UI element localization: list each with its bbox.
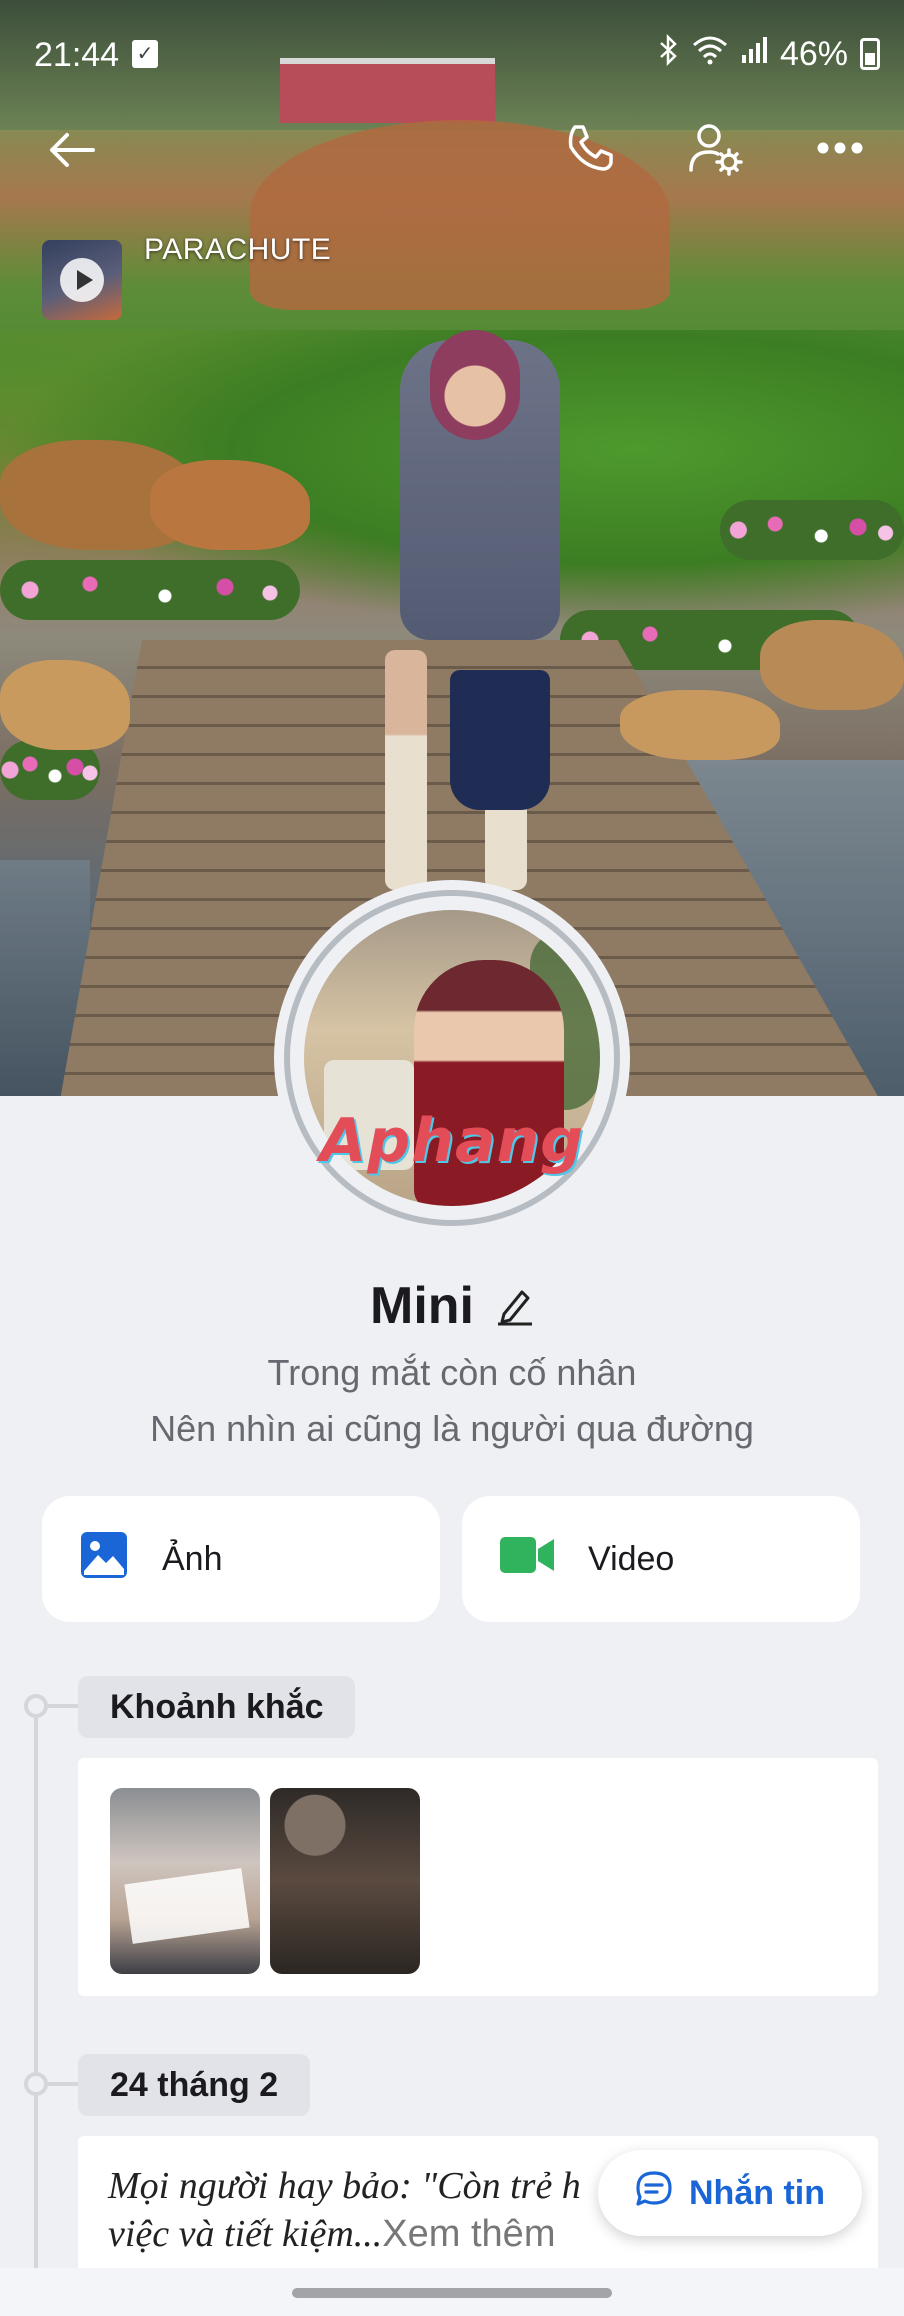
status-right: 46% [658,33,880,74]
moments-header: Khoảnh khắc [78,1676,356,1738]
watermark-logo: Aphang [319,1106,585,1176]
profile-music[interactable]: PARACHUTE [42,210,332,320]
avatar[interactable]: Aphang [274,880,630,1236]
home-indicator[interactable] [292,2288,612,2298]
videos-label: Video [588,1539,675,1578]
music-title: PARACHUTE [144,233,332,266]
videos-button[interactable]: Video [462,1496,860,1622]
timeline-connector [48,1704,78,1708]
profile-name-row: Mini [0,1276,904,1336]
profile-bio-line1: Trong mắt còn cố nhân [267,1352,637,1393]
cover-person-head [430,330,520,440]
timeline-dot [24,2072,48,2096]
battery-percent: 46% [779,34,848,73]
image-icon [80,1531,128,1588]
moment-thumbnail[interactable] [270,1788,420,1974]
back-icon[interactable] [40,118,104,182]
status-bar: 21:44 ✓ 46% [0,0,904,110]
cover-rock [620,690,780,760]
photos-button[interactable]: Ảnh [42,1496,440,1622]
cover-rock [0,660,130,750]
post-date: 24 tháng 2 [78,2054,311,2116]
profile-name: Mini [370,1277,474,1335]
battery-icon [860,38,880,70]
user-settings-icon[interactable] [684,116,748,180]
video-icon [500,1535,554,1584]
cover-rock [760,620,904,710]
timeline-connector [48,2082,78,2086]
message-button[interactable]: Nhắn tin [598,2150,862,2236]
photos-label: Ảnh [162,1539,223,1578]
see-more-link[interactable]: Xem thêm [382,2213,555,2255]
edit-icon[interactable] [496,1286,534,1326]
cover-bag [450,670,550,810]
moment-note [124,1868,250,1944]
top-action-bar [0,110,904,190]
phone-icon[interactable] [558,116,622,180]
moment-thumbnail[interactable] [110,1788,260,1974]
more-icon[interactable] [808,116,872,180]
chat-icon [635,2170,673,2217]
cover-flowers [0,560,300,620]
profile-bio-line2: Nên nhìn ai cũng là người qua đường [150,1408,754,1449]
moments-card [78,1758,878,1996]
notification-check-icon: ✓ [132,40,158,68]
timeline-line [34,1700,38,2316]
signal-icon [740,35,768,73]
cover-rock [150,460,310,550]
cover-flowers [720,500,904,560]
timeline-dot [24,1694,48,1718]
play-icon[interactable] [60,258,104,302]
message-label: Nhắn tin [689,2173,825,2212]
music-thumbnail[interactable] [42,240,122,320]
bluetooth-icon [658,33,680,74]
wifi-icon [692,35,728,73]
status-time: 21:44 [34,36,120,74]
post-text-line2-content: việc và tiết kiệm... [108,2213,383,2255]
